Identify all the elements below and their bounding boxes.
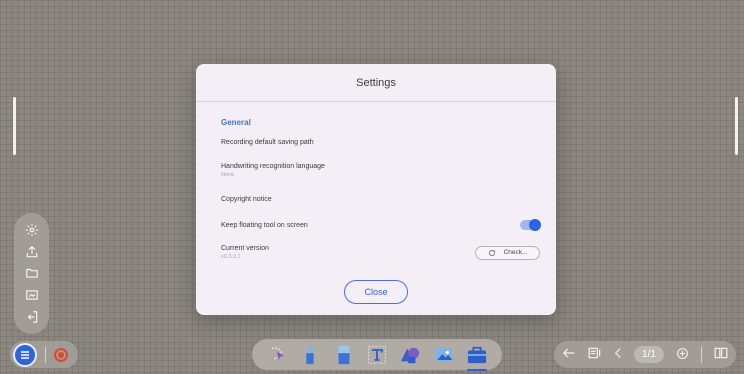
prev-page-icon[interactable]	[614, 347, 622, 362]
save-board-icon[interactable]	[23, 286, 41, 304]
toolbox-icon[interactable]	[465, 343, 489, 371]
text-icon[interactable]	[365, 343, 389, 367]
exit-icon[interactable]	[23, 308, 41, 326]
pen-icon[interactable]	[298, 343, 322, 367]
menu-icon[interactable]	[13, 342, 37, 367]
page-controls: 1/1	[554, 341, 736, 368]
handwriting-language-row[interactable]: Handwriting recognition language None	[221, 163, 540, 178]
left-tool-panel	[14, 213, 49, 334]
settings-dialog: Settings General Recording default savin…	[196, 64, 556, 315]
check-label: Check...	[503, 249, 528, 256]
image-icon[interactable]	[432, 343, 456, 367]
check-update-button[interactable]: Check...	[475, 245, 540, 260]
record-icon[interactable]	[54, 347, 68, 362]
page-list-icon[interactable]	[588, 347, 602, 362]
settings-icon[interactable]	[23, 221, 41, 239]
bottom-left-controls	[10, 341, 78, 368]
recording-path-label: Recording default saving path	[221, 139, 314, 146]
folder-icon[interactable]	[23, 264, 41, 282]
left-drawer-handle[interactable]	[13, 97, 16, 155]
main-toolbar	[252, 339, 502, 371]
close-button[interactable]: Close	[344, 280, 408, 304]
handwriting-language-label: Handwriting recognition language	[221, 163, 325, 170]
floating-tool-label: Keep floating tool on screen	[221, 221, 308, 229]
page-indicator[interactable]: 1/1	[634, 346, 664, 363]
lasso-select-icon[interactable]	[265, 343, 289, 367]
handwriting-language-value: None	[221, 172, 235, 178]
board-layout-icon[interactable]	[714, 347, 728, 362]
share-icon[interactable]	[23, 243, 41, 261]
divider	[700, 346, 702, 363]
dialog-title: Settings	[196, 64, 556, 102]
section-general: General	[221, 118, 251, 127]
copyright-row[interactable]: Copyright notice	[221, 196, 540, 203]
refresh-icon	[488, 249, 495, 256]
version-value: v0.3.3.1	[221, 254, 241, 260]
divider	[45, 346, 46, 363]
add-page-icon[interactable]	[676, 347, 689, 363]
recording-path-row[interactable]: Recording default saving path	[221, 139, 540, 146]
version-label: Current version	[221, 245, 269, 252]
version-row: Current version v0.3.3.1 Check...	[221, 245, 540, 260]
undo-icon[interactable]	[562, 347, 576, 362]
shape-icon[interactable]	[398, 343, 422, 367]
copyright-label: Copyright notice	[221, 196, 272, 203]
floating-tool-toggle[interactable]	[520, 219, 541, 231]
floating-tool-row: Keep floating tool on screen	[221, 219, 541, 231]
right-drawer-handle[interactable]	[735, 97, 738, 155]
eraser-icon[interactable]	[332, 343, 356, 367]
